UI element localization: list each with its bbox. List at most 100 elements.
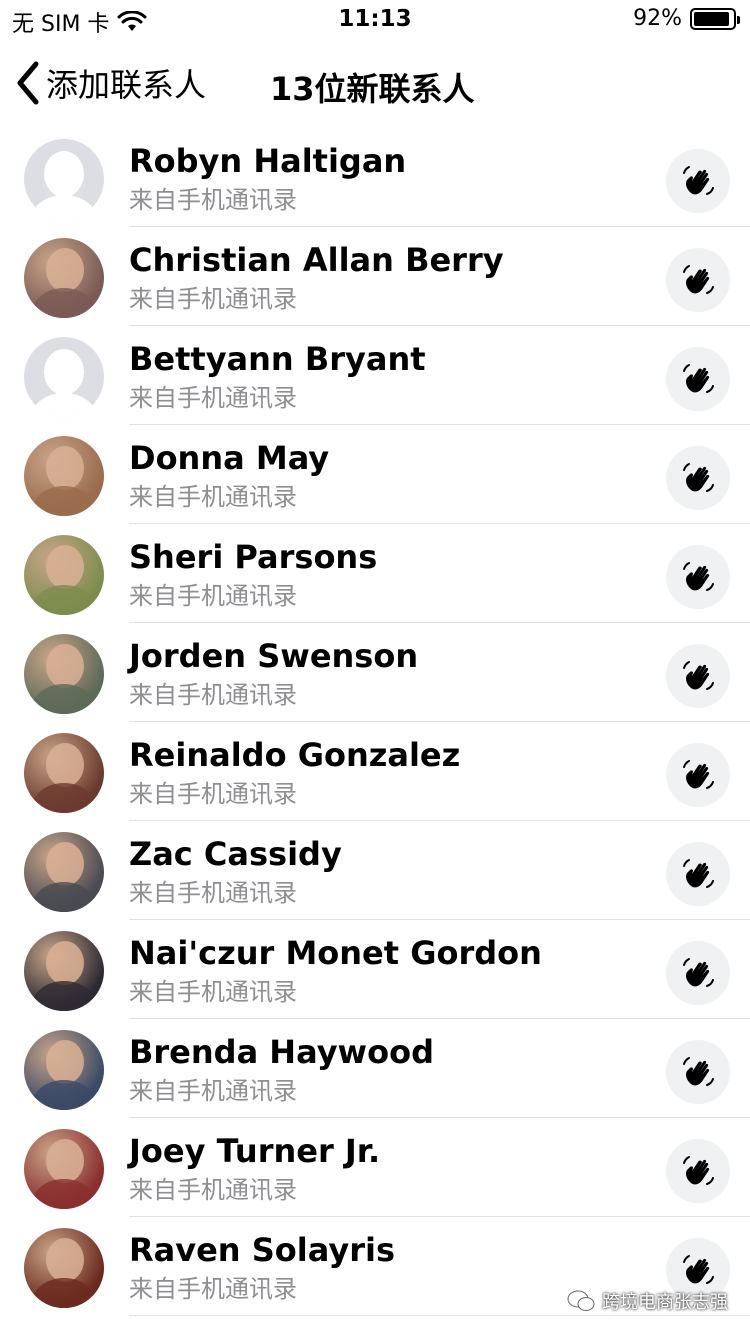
battery-percent: 92%	[633, 6, 682, 31]
avatar-head	[44, 349, 84, 395]
wechat-icon	[567, 1290, 595, 1311]
wave-button[interactable]	[666, 842, 730, 906]
contact-row[interactable]: Christian Allan Berry 来自手机通讯录	[0, 227, 750, 326]
back-label: 添加联系人	[46, 66, 207, 104]
avatar	[24, 634, 104, 714]
contact-name: Bettyann Bryant	[129, 340, 426, 378]
contact-name: Sheri Parsons	[129, 538, 378, 576]
avatar-face	[46, 644, 84, 688]
contact-source: 来自手机通讯录	[129, 1275, 297, 1303]
contact-name: Raven Solayris	[129, 1231, 395, 1269]
contact-row[interactable]: Sheri Parsons 来自手机通讯录	[0, 524, 750, 623]
avatar	[24, 1129, 104, 1209]
waving-hand-icon	[683, 265, 714, 294]
contact-source: 来自手机通讯录	[129, 186, 297, 214]
wave-button[interactable]	[666, 1139, 730, 1203]
contact-source: 来自手机通讯录	[129, 285, 297, 313]
avatar-face	[46, 545, 84, 589]
avatar-body	[31, 195, 97, 219]
contact-row[interactable]: Reinaldo Gonzalez 来自手机通讯录	[0, 722, 750, 821]
wave-button[interactable]	[666, 446, 730, 510]
wave-button[interactable]	[666, 248, 730, 312]
avatar-shoulders	[32, 486, 96, 516]
avatar-shoulders	[32, 684, 96, 714]
wave-button[interactable]	[666, 1040, 730, 1104]
contact-source: 来自手机通讯录	[129, 780, 297, 808]
avatar-face	[46, 1040, 84, 1084]
avatar-head	[44, 151, 84, 197]
avatar-face	[46, 248, 84, 292]
contact-source: 来自手机通讯录	[129, 1176, 297, 1204]
contact-row[interactable]: Robyn Haltigan 来自手机通讯录	[0, 128, 750, 227]
waving-hand-icon	[683, 1057, 714, 1086]
avatar	[24, 238, 104, 318]
avatar-shoulders	[32, 783, 96, 813]
screen: 无 SIM 卡 11:13 92% 添加联系人 13位新联系人 Robyn Ha…	[0, 0, 750, 1334]
avatar	[24, 832, 104, 912]
contact-name: Zac Cassidy	[129, 835, 342, 873]
waving-hand-icon	[683, 1156, 714, 1185]
avatar	[24, 1228, 104, 1308]
avatar	[24, 139, 104, 219]
waving-hand-icon	[683, 463, 714, 492]
battery-icon	[690, 7, 740, 30]
avatar-face	[46, 1139, 84, 1183]
avatar-face	[46, 941, 84, 985]
waving-hand-icon	[683, 562, 714, 591]
contact-row[interactable]: Bettyann Bryant 来自手机通讯录	[0, 326, 750, 425]
avatar-face	[46, 743, 84, 787]
watermark: 跨境电商张志强	[566, 1288, 728, 1314]
avatar	[24, 733, 104, 813]
avatar-shoulders	[32, 1278, 96, 1308]
status-right: 92%	[633, 6, 740, 31]
contact-row[interactable]: Joey Turner Jr. 来自手机通讯录	[0, 1118, 750, 1217]
contact-row[interactable]: Nai'czur Monet Gordon 来自手机通讯录	[0, 920, 750, 1019]
avatar	[24, 535, 104, 615]
contact-row[interactable]: Jorden Swenson 来自手机通讯录	[0, 623, 750, 722]
waving-hand-icon	[683, 958, 714, 987]
waving-hand-icon	[683, 166, 714, 195]
wave-button[interactable]	[666, 743, 730, 807]
avatar	[24, 1030, 104, 1110]
back-button[interactable]: 添加联系人	[14, 60, 206, 106]
wave-button[interactable]	[666, 545, 730, 609]
avatar-shoulders	[32, 1179, 96, 1209]
contact-row[interactable]: Zac Cassidy 来自手机通讯录	[0, 821, 750, 920]
row-divider	[129, 1315, 750, 1316]
avatar	[24, 436, 104, 516]
contact-name: Jorden Swenson	[129, 637, 419, 675]
contact-name: Christian Allan Berry	[129, 241, 504, 279]
waving-hand-icon	[683, 661, 714, 690]
avatar-face	[46, 1238, 84, 1282]
watermark-text: 跨境电商张志强	[602, 1292, 728, 1313]
wave-button[interactable]	[666, 347, 730, 411]
wave-button[interactable]	[666, 644, 730, 708]
avatar-shoulders	[32, 981, 96, 1011]
navigation-bar: 添加联系人 13位新联系人	[0, 50, 750, 120]
contact-name: Brenda Haywood	[129, 1033, 434, 1071]
avatar-face	[46, 446, 84, 490]
avatar-shoulders	[32, 585, 96, 615]
contact-source: 来自手机通讯录	[129, 879, 297, 907]
page-title: 13位新联系人	[270, 70, 475, 108]
contact-source: 来自手机通讯录	[129, 1077, 297, 1105]
contact-source: 来自手机通讯录	[129, 978, 297, 1006]
battery-cap	[737, 15, 740, 24]
contact-source: 来自手机通讯录	[129, 681, 297, 709]
waving-hand-icon	[683, 364, 714, 393]
wave-button[interactable]	[666, 941, 730, 1005]
contact-name: Donna May	[129, 439, 330, 477]
battery-fill	[694, 11, 729, 26]
avatar-shoulders	[32, 288, 96, 318]
wave-button[interactable]	[666, 149, 730, 213]
avatar	[24, 337, 104, 417]
contact-name: Joey Turner Jr.	[129, 1132, 381, 1170]
avatar-body	[31, 393, 97, 417]
contact-source: 来自手机通讯录	[129, 483, 297, 511]
contact-row[interactable]: Brenda Haywood 来自手机通讯录	[0, 1019, 750, 1118]
avatar-shoulders	[32, 882, 96, 912]
status-bar: 无 SIM 卡 11:13 92%	[0, 0, 750, 40]
waving-hand-icon	[683, 760, 714, 789]
contact-name: Robyn Haltigan	[129, 142, 407, 180]
contact-row[interactable]: Donna May 来自手机通讯录	[0, 425, 750, 524]
